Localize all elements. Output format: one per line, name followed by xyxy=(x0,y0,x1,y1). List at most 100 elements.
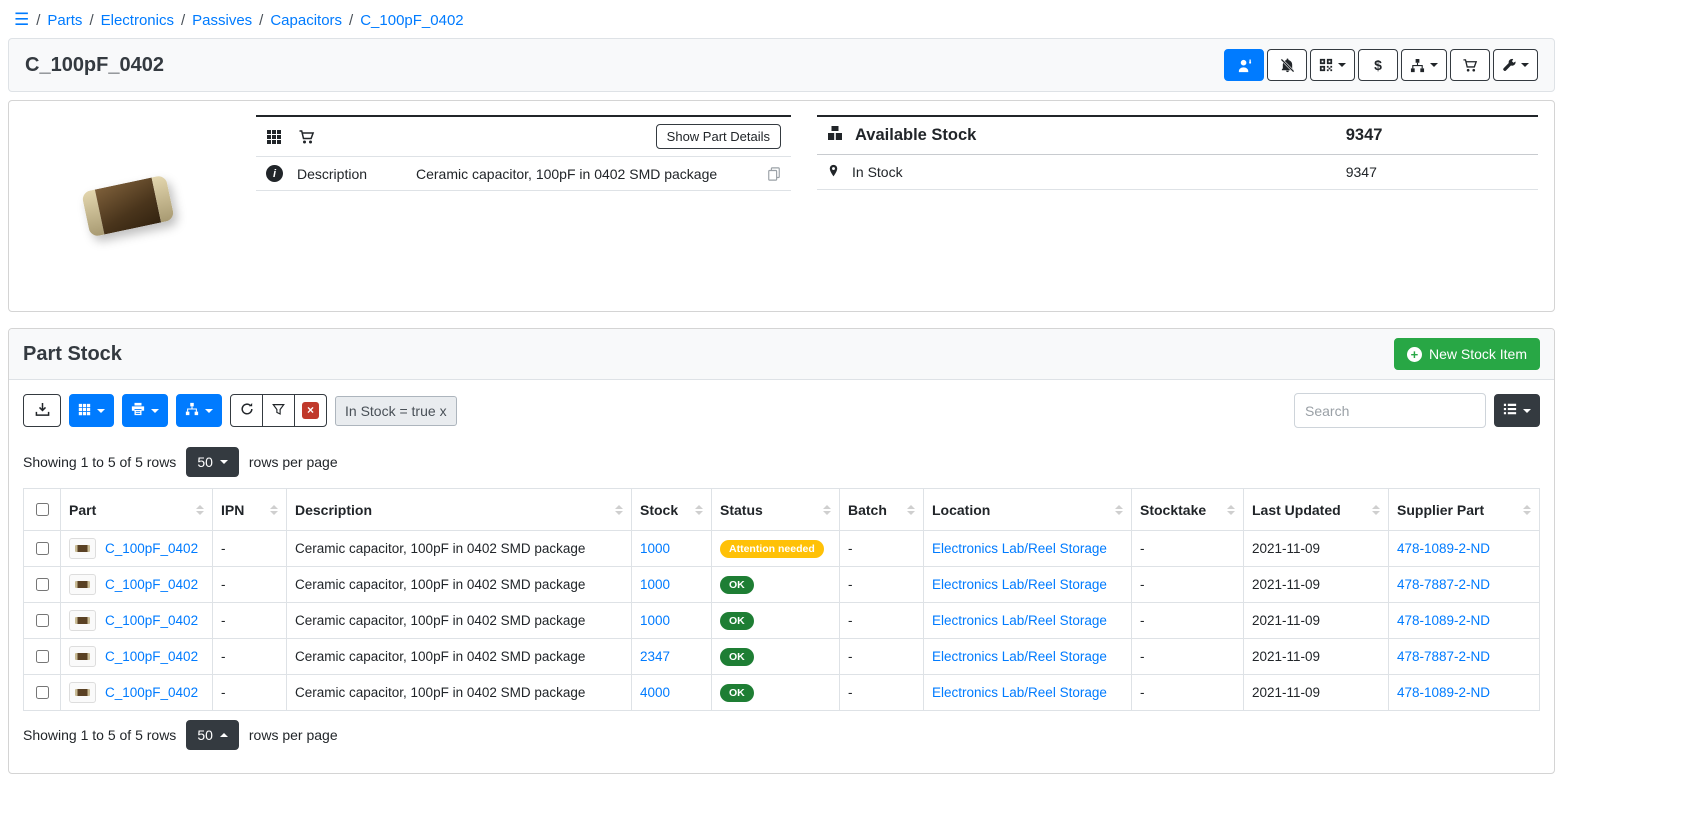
location-link[interactable]: Electronics Lab/Reel Storage xyxy=(932,577,1107,592)
column-header-stocktake[interactable]: Stocktake xyxy=(1132,489,1244,531)
row-checkbox[interactable] xyxy=(36,686,49,699)
in-stock-row: In Stock 9347 xyxy=(817,155,1538,190)
supplier-part-link[interactable]: 478-7887-2-ND xyxy=(1397,649,1490,664)
table-header-row: Part IPN Description Stock Status Batch … xyxy=(24,489,1540,531)
cart-icon[interactable] xyxy=(298,129,315,145)
capacitor-photo xyxy=(81,175,175,238)
row-checkbox[interactable] xyxy=(36,542,49,555)
part-settings-button[interactable] xyxy=(1493,49,1538,81)
column-header-last-updated[interactable]: Last Updated xyxy=(1244,489,1389,531)
page-size-button[interactable]: 50 xyxy=(186,447,239,477)
menu-icon[interactable]: ☰ xyxy=(14,10,29,30)
column-header-batch[interactable]: Batch xyxy=(840,489,924,531)
column-header-location[interactable]: Location xyxy=(924,489,1132,531)
supplier-part-link[interactable]: 478-1089-2-ND xyxy=(1397,685,1490,700)
supplier-part-link[interactable]: 478-7887-2-ND xyxy=(1397,577,1490,592)
location-link[interactable]: Electronics Lab/Reel Storage xyxy=(932,613,1107,628)
notifications-off-button[interactable] xyxy=(1267,49,1307,81)
part-link[interactable]: C_100pF_0402 xyxy=(105,649,198,664)
location-link[interactable]: Electronics Lab/Reel Storage xyxy=(932,685,1107,700)
caret-down-icon xyxy=(151,409,159,413)
row-checkbox[interactable] xyxy=(36,578,49,591)
show-part-details-button[interactable]: Show Part Details xyxy=(656,124,781,149)
column-header-ipn[interactable]: IPN xyxy=(213,489,287,531)
column-header-supplier-part[interactable]: Supplier Part xyxy=(1389,489,1540,531)
stock-quantity-link[interactable]: 2347 xyxy=(640,649,670,664)
sitemap-icon xyxy=(185,402,199,419)
barcode-actions-button[interactable] xyxy=(1310,49,1355,81)
page-size-button[interactable]: 50 xyxy=(186,720,239,750)
status-badge: OK xyxy=(720,576,754,594)
page-size-value: 50 xyxy=(197,727,213,743)
stock-options-dropdown-button[interactable] xyxy=(176,394,222,427)
breadcrumb-item-parts[interactable]: Parts xyxy=(47,12,82,29)
select-all-checkbox[interactable] xyxy=(36,503,49,516)
stock-quantity-link[interactable]: 4000 xyxy=(640,685,670,700)
supplier-part-link[interactable]: 478-1089-2-ND xyxy=(1397,541,1490,556)
funnel-icon xyxy=(272,403,285,419)
stock-actions-button[interactable] xyxy=(1401,49,1447,81)
part-thumbnail xyxy=(69,538,96,559)
stocktake-cell: - xyxy=(1132,639,1244,675)
view-mode-dropdown-button[interactable] xyxy=(1494,394,1540,427)
batch-cell: - xyxy=(840,675,924,711)
part-image[interactable] xyxy=(25,115,230,297)
print-dropdown-button[interactable] xyxy=(122,394,168,427)
search-input[interactable] xyxy=(1294,393,1486,428)
new-stock-item-button[interactable]: + New Stock Item xyxy=(1394,338,1540,370)
column-header-status[interactable]: Status xyxy=(712,489,840,531)
breadcrumb-item-passives[interactable]: Passives xyxy=(192,12,252,29)
stock-quantity-link[interactable]: 1000 xyxy=(640,541,670,556)
last-updated-cell: 2021-11-09 xyxy=(1244,603,1389,639)
part-link[interactable]: C_100pF_0402 xyxy=(105,685,198,700)
order-part-button[interactable] xyxy=(1450,49,1490,81)
stock-quantity-link[interactable]: 1000 xyxy=(640,613,670,628)
row-checkbox[interactable] xyxy=(36,614,49,627)
part-link[interactable]: C_100pF_0402 xyxy=(105,577,198,592)
pricing-button[interactable]: $ xyxy=(1358,49,1398,81)
available-stock-total: 9347 xyxy=(1346,126,1528,145)
stock-table-body: C_100pF_0402 - Ceramic capacitor, 100pF … xyxy=(24,531,1540,711)
remove-filters-button[interactable]: × xyxy=(294,394,327,427)
part-link[interactable]: C_100pF_0402 xyxy=(105,541,198,556)
export-button[interactable] xyxy=(23,394,61,427)
copy-icon[interactable] xyxy=(767,167,781,181)
last-updated-cell: 2021-11-09 xyxy=(1244,675,1389,711)
column-header-description[interactable]: Description xyxy=(287,489,632,531)
refresh-button[interactable] xyxy=(230,394,263,427)
breadcrumb-item-electronics[interactable]: Electronics xyxy=(101,12,174,29)
last-updated-cell: 2021-11-09 xyxy=(1244,567,1389,603)
last-updated-cell: 2021-11-09 xyxy=(1244,639,1389,675)
filter-tag-close[interactable]: x xyxy=(440,403,447,419)
ipn-cell: - xyxy=(213,531,287,567)
grid-view-icon[interactable] xyxy=(266,129,282,145)
supplier-part-link[interactable]: 478-1089-2-ND xyxy=(1397,613,1490,628)
caret-down-icon xyxy=(205,409,213,413)
breadcrumb-item-current-part[interactable]: C_100pF_0402 xyxy=(360,12,463,29)
stock-quantity-link[interactable]: 1000 xyxy=(640,577,670,592)
stocktake-cell: - xyxy=(1132,675,1244,711)
breadcrumb-item-capacitors[interactable]: Capacitors xyxy=(270,12,342,29)
description-cell: Ceramic capacitor, 100pF in 0402 SMD pac… xyxy=(287,603,632,639)
filter-tag[interactable]: In Stock = truex xyxy=(335,396,457,426)
breadcrumb-separator: / xyxy=(259,12,263,29)
columns-dropdown-button[interactable] xyxy=(69,394,114,427)
table-row: C_100pF_0402 - Ceramic capacitor, 100pF … xyxy=(24,675,1540,711)
row-checkbox[interactable] xyxy=(36,650,49,663)
column-header-part[interactable]: Part xyxy=(61,489,213,531)
filter-button[interactable] xyxy=(262,394,295,427)
location-link[interactable]: Electronics Lab/Reel Storage xyxy=(932,541,1107,556)
select-all-header[interactable] xyxy=(24,489,61,531)
printer-icon xyxy=(131,402,145,419)
breadcrumb: ☰ / Parts / Electronics / Passives / Cap… xyxy=(8,6,1555,38)
description-cell: Ceramic capacitor, 100pF in 0402 SMD pac… xyxy=(287,567,632,603)
part-details-panel: Show Part Details i Description Ceramic … xyxy=(8,100,1555,312)
part-details-card: Show Part Details i Description Ceramic … xyxy=(256,115,791,191)
subscribe-button[interactable] xyxy=(1224,49,1264,81)
page-title: C_100pF_0402 xyxy=(25,54,164,77)
location-link[interactable]: Electronics Lab/Reel Storage xyxy=(932,649,1107,664)
column-header-stock[interactable]: Stock xyxy=(632,489,712,531)
part-thumbnail xyxy=(69,574,96,595)
grid-icon xyxy=(78,403,91,419)
part-link[interactable]: C_100pF_0402 xyxy=(105,613,198,628)
